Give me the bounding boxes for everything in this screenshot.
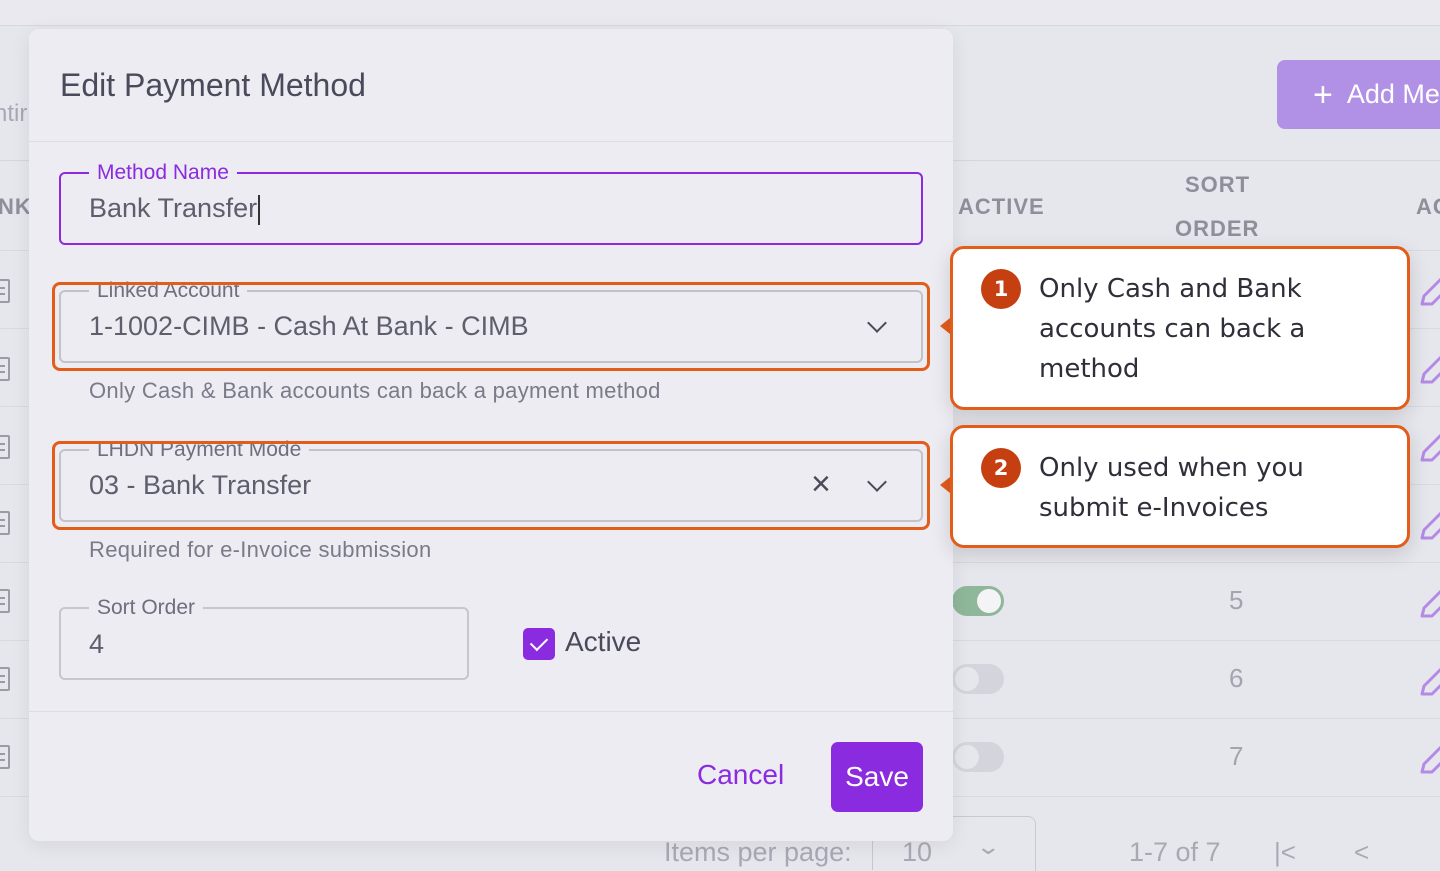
callout-pointer xyxy=(940,477,950,493)
edit-pencil-icon[interactable] xyxy=(1418,660,1440,700)
callout-lhdn-payment-mode: 2 Only used when you submit e-Invoices xyxy=(950,425,1410,548)
callout-line: submit e-Invoices xyxy=(1039,493,1269,523)
row-account-icon xyxy=(0,279,10,303)
row-account-icon xyxy=(0,435,10,459)
edit-pencil-icon[interactable] xyxy=(1418,348,1440,388)
row-sort-order: 5 xyxy=(1229,585,1244,615)
active-toggle[interactable] xyxy=(952,664,1004,694)
row-account-icon xyxy=(0,745,10,769)
column-header-actions: AC xyxy=(1416,194,1440,219)
background-heading-fragment: ntir xyxy=(0,100,28,127)
first-page-icon[interactable]: |< xyxy=(1274,837,1296,868)
callout-line: accounts can back a xyxy=(1039,314,1306,344)
active-toggle[interactable] xyxy=(952,742,1004,772)
sort-order-value: 4 xyxy=(89,629,105,659)
row-account-icon xyxy=(0,667,10,691)
sort-order-label: Sort Order xyxy=(89,595,204,621)
lhdn-payment-mode-highlight xyxy=(52,441,930,530)
callout-line: Only used when you xyxy=(1039,453,1304,483)
active-checkbox[interactable] xyxy=(523,628,555,660)
callout-line: method xyxy=(1039,354,1140,384)
callout-text: Only used when you submit e-Invoices xyxy=(1039,448,1369,528)
add-method-button[interactable]: + Add Me xyxy=(1277,60,1440,129)
dialog-title: Edit Payment Method xyxy=(60,67,366,103)
row-account-icon xyxy=(0,511,10,535)
dialog-header-divider xyxy=(29,141,953,142)
method-name-field[interactable]: Method Name Bank Transfer xyxy=(59,160,923,245)
sort-order-field[interactable]: Sort Order 4 xyxy=(59,595,469,680)
items-per-page-label: Items per page: xyxy=(664,837,852,867)
add-method-label: Add Me xyxy=(1346,79,1440,109)
items-per-page-select[interactable]: 10 xyxy=(902,837,932,868)
app-top-bar xyxy=(0,0,1440,26)
row-account-icon xyxy=(0,357,10,381)
method-name-value: Bank Transfer xyxy=(89,193,258,223)
plus-icon: + xyxy=(1313,75,1333,114)
callout-number-badge: 2 xyxy=(981,448,1021,488)
edit-payment-method-dialog: Edit Payment Method Method Name Bank Tra… xyxy=(29,29,953,841)
active-toggle[interactable] xyxy=(952,586,1004,616)
text-caret xyxy=(258,194,261,225)
cancel-button[interactable]: Cancel xyxy=(697,759,784,791)
callout-linked-account: 1 Only Cash and Bank accounts can back a… xyxy=(950,246,1410,410)
active-label[interactable]: Active xyxy=(565,626,641,658)
row-sort-order: 7 xyxy=(1229,741,1244,771)
callout-number-badge: 1 xyxy=(981,269,1021,309)
dialog-footer-divider xyxy=(29,711,953,712)
edit-pencil-icon[interactable] xyxy=(1418,426,1440,466)
edit-pencil-icon[interactable] xyxy=(1418,738,1440,778)
edit-pencil-icon[interactable] xyxy=(1418,504,1440,544)
edit-pencil-icon[interactable] xyxy=(1418,582,1440,622)
row-account-icon xyxy=(0,589,10,613)
linked-account-helper: Only Cash & Bank accounts can back a pay… xyxy=(89,378,661,403)
footer-separator xyxy=(872,840,873,870)
column-header-sort-line2[interactable]: ORDER xyxy=(1175,216,1259,242)
callout-text: Only Cash and Bank accounts can back a m… xyxy=(1039,269,1369,389)
linked-account-highlight xyxy=(52,282,930,371)
column-header-bank[interactable]: NK xyxy=(0,194,32,220)
method-name-label: Method Name xyxy=(89,160,237,186)
lhdn-payment-mode-helper: Required for e-Invoice submission xyxy=(89,537,432,562)
column-header-active[interactable]: ACTIVE xyxy=(958,194,1045,220)
row-sort-order: 6 xyxy=(1229,663,1244,693)
callout-pointer xyxy=(940,318,950,334)
column-header-sort-line1[interactable]: SORT xyxy=(1185,172,1250,198)
pagination-range: 1-7 of 7 xyxy=(1129,837,1221,867)
callout-line: Only Cash and Bank xyxy=(1039,274,1302,304)
save-button[interactable]: Save xyxy=(831,742,923,812)
chevron-down-icon[interactable]: ⌄ xyxy=(975,834,1001,860)
edit-pencil-icon[interactable] xyxy=(1418,270,1440,310)
previous-page-icon[interactable]: < xyxy=(1354,837,1369,868)
